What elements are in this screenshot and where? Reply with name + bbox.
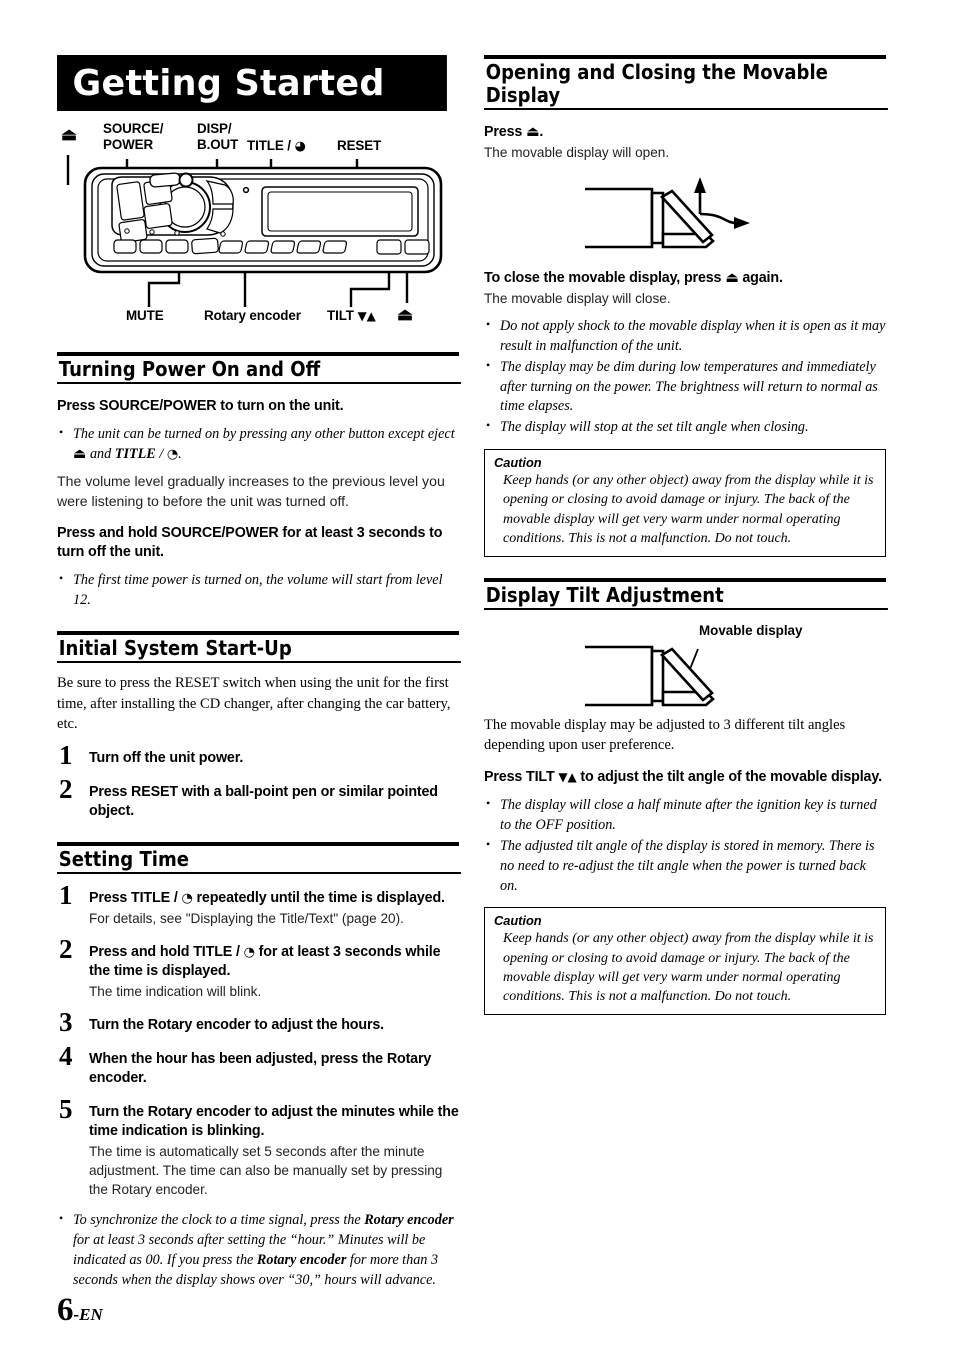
section-initial-startup: Initial System Start-Up Be sure to press… xyxy=(57,631,461,821)
notes-opening-closing: Do not apply shock to the movable displa… xyxy=(484,316,886,438)
page-number-value: 6 xyxy=(57,1292,74,1328)
step-title: Turn off the unit power. xyxy=(89,749,244,766)
step-description: The time indication will blink. xyxy=(89,983,262,999)
tilt-arrows-icon: ▼▲ xyxy=(558,770,577,785)
page-number-lang: -EN xyxy=(73,1305,103,1324)
lead-press-source-power: Press SOURCE/POWER to turn on the unit. xyxy=(57,397,344,414)
step-item: 3 Turn the Rotary encoder to adjust the … xyxy=(57,1008,459,1035)
section-heading-tilt-adjustment: Display Tilt Adjustment xyxy=(484,582,888,610)
paragraph-tilt-intro: The movable display may be adjusted to 3… xyxy=(484,716,846,753)
unit-illustration: ⏏ SOURCE/POWER DISP/B.OUT TITLE / ◕ RESE… xyxy=(57,119,459,331)
note-item: The display will stop at the set tilt an… xyxy=(484,417,886,438)
step-item: 1 Turn off the unit power. xyxy=(57,741,459,768)
movable-display-label: Movable display xyxy=(699,622,803,638)
step-title: Press TITLE / ◔ repeatedly until the tim… xyxy=(89,889,445,906)
step-description: For details, see "Displaying the Title/T… xyxy=(89,910,404,926)
key-source-power: SOURCE/POWER xyxy=(99,397,217,414)
lead-press-eject: Press ⏏. xyxy=(484,123,544,140)
key-reset: RESET xyxy=(131,783,178,800)
step-description: The time is automatically set 5 seconds … xyxy=(89,1143,443,1197)
paragraph-volume-level: The volume level gradually increases to … xyxy=(57,472,445,509)
eject-icon: ⏏ xyxy=(73,445,87,462)
step-title: Press RESET with a ball-point pen or sim… xyxy=(89,783,438,819)
section-turning-power: Turning Power On and Off Press SOURCE/PO… xyxy=(57,352,461,611)
notes-setting-time: To synchronize the clock to a time signa… xyxy=(57,1210,459,1291)
section-setting-time: Setting Time 1 Press TITLE / ◔ repeatedl… xyxy=(57,841,461,1291)
step-title: Turn the Rotary encoder to adjust the ho… xyxy=(89,1016,384,1033)
page-number: 6-EN xyxy=(57,1292,103,1329)
clock-icon: ◔ xyxy=(181,890,193,906)
caution-box-opening: Caution Keep hands (or any other object)… xyxy=(484,449,886,557)
notes-tilt: The display will close a half minute aft… xyxy=(484,795,886,897)
notes-turning-power-1: The unit can be turned on by pressing an… xyxy=(57,424,459,465)
sub-display-will-open: The movable display will open. xyxy=(484,144,670,160)
note-item: Do not apply shock to the movable displa… xyxy=(484,316,886,357)
eject-icon: ⏏ xyxy=(526,123,540,140)
note-item: The adjusted tilt angle of the display i… xyxy=(484,836,886,897)
lead-press-hold-source-power: Press and hold SOURCE/POWER for at least… xyxy=(57,524,443,560)
step-item: 2 Press and hold TITLE / ◔ for at least … xyxy=(57,935,459,1001)
section-heading-turning-power: Turning Power On and Off xyxy=(57,356,461,384)
step-item: 1 Press TITLE / ◔ repeatedly until the t… xyxy=(57,881,459,928)
banner-title: Getting Started xyxy=(72,62,385,104)
caution-box-tilt: Caution Keep hands (or any other object)… xyxy=(484,907,886,1016)
step-item: 5 Turn the Rotary encoder to adjust the … xyxy=(57,1095,459,1199)
key-source-power-2: SOURCE/POWER xyxy=(161,524,279,541)
step-number: 3 xyxy=(59,1006,73,1037)
lead-close-display: To close the movable display, press ⏏ ag… xyxy=(484,269,783,286)
paragraph-reset-intro: Be sure to press the RESET switch when u… xyxy=(57,675,451,732)
caution-body: Keep hands (or any other object) away fr… xyxy=(503,473,874,546)
head-unit-drawing xyxy=(66,155,443,307)
section-heading-opening-closing: Opening and Closing the Movable Display xyxy=(484,59,888,110)
step-title: When the hour has been adjusted, press t… xyxy=(89,1050,432,1086)
manual-page: Getting Started ⏏ SOURCE/POWER DISP/B.OU… xyxy=(0,0,954,1346)
section-heading-setting-time: Setting Time xyxy=(57,846,461,874)
section-tilt-adjustment: Display Tilt Adjustment Movable display … xyxy=(484,577,888,1016)
section-heading-initial-startup: Initial System Start-Up xyxy=(57,635,461,664)
step-number: 5 xyxy=(59,1093,73,1124)
step-item: 2 Press RESET with a ball-point pen or s… xyxy=(57,775,459,821)
movable-display-tilt-svg xyxy=(585,645,715,707)
step-number: 4 xyxy=(59,1040,73,1071)
note-item: The display will close a half minute aft… xyxy=(484,795,886,836)
sub-display-will-close: The movable display will close. xyxy=(484,290,671,306)
step-title: Press and hold TITLE / ◔ for at least 3 … xyxy=(89,943,441,979)
note-item: To synchronize the clock to a time signa… xyxy=(57,1210,459,1291)
note-item: The first time power is turned on, the v… xyxy=(57,570,459,611)
step-title: Turn the Rotary encoder to adjust the mi… xyxy=(89,1103,459,1139)
step-number: 2 xyxy=(59,773,73,804)
note-item: The unit can be turned on by pressing an… xyxy=(57,424,459,465)
diagram-display-tilt: Movable display xyxy=(484,619,886,711)
eject-icon: ⏏ xyxy=(725,269,739,286)
lead-press-tilt: Press TILT ▼▲ to adjust the tilt angle o… xyxy=(484,769,882,786)
right-column: Opening and Closing the Movable Display … xyxy=(484,55,888,1016)
clock-icon: ◔ xyxy=(243,944,255,960)
caution-title: Caution xyxy=(494,913,542,929)
step-number: 1 xyxy=(59,879,73,910)
note-item: The display may be dim during low temper… xyxy=(484,357,886,418)
step-number: 2 xyxy=(59,933,73,964)
notes-turning-power-2: The first time power is turned on, the v… xyxy=(57,570,459,611)
left-column: Getting Started ⏏ SOURCE/POWER DISP/B.OU… xyxy=(57,55,461,1291)
step-number: 1 xyxy=(59,739,73,770)
clock-icon: ◔ xyxy=(166,446,179,462)
diagram-display-opening xyxy=(484,171,886,261)
movable-display-open-svg xyxy=(585,176,750,249)
step-item: 4 When the hour has been adjusted, press… xyxy=(57,1042,459,1088)
section-opening-closing: Opening and Closing the Movable Display … xyxy=(484,55,888,557)
page-banner: Getting Started xyxy=(57,55,447,111)
caution-body: Keep hands (or any other object) away fr… xyxy=(503,931,874,1004)
caution-title: Caution xyxy=(494,455,542,471)
